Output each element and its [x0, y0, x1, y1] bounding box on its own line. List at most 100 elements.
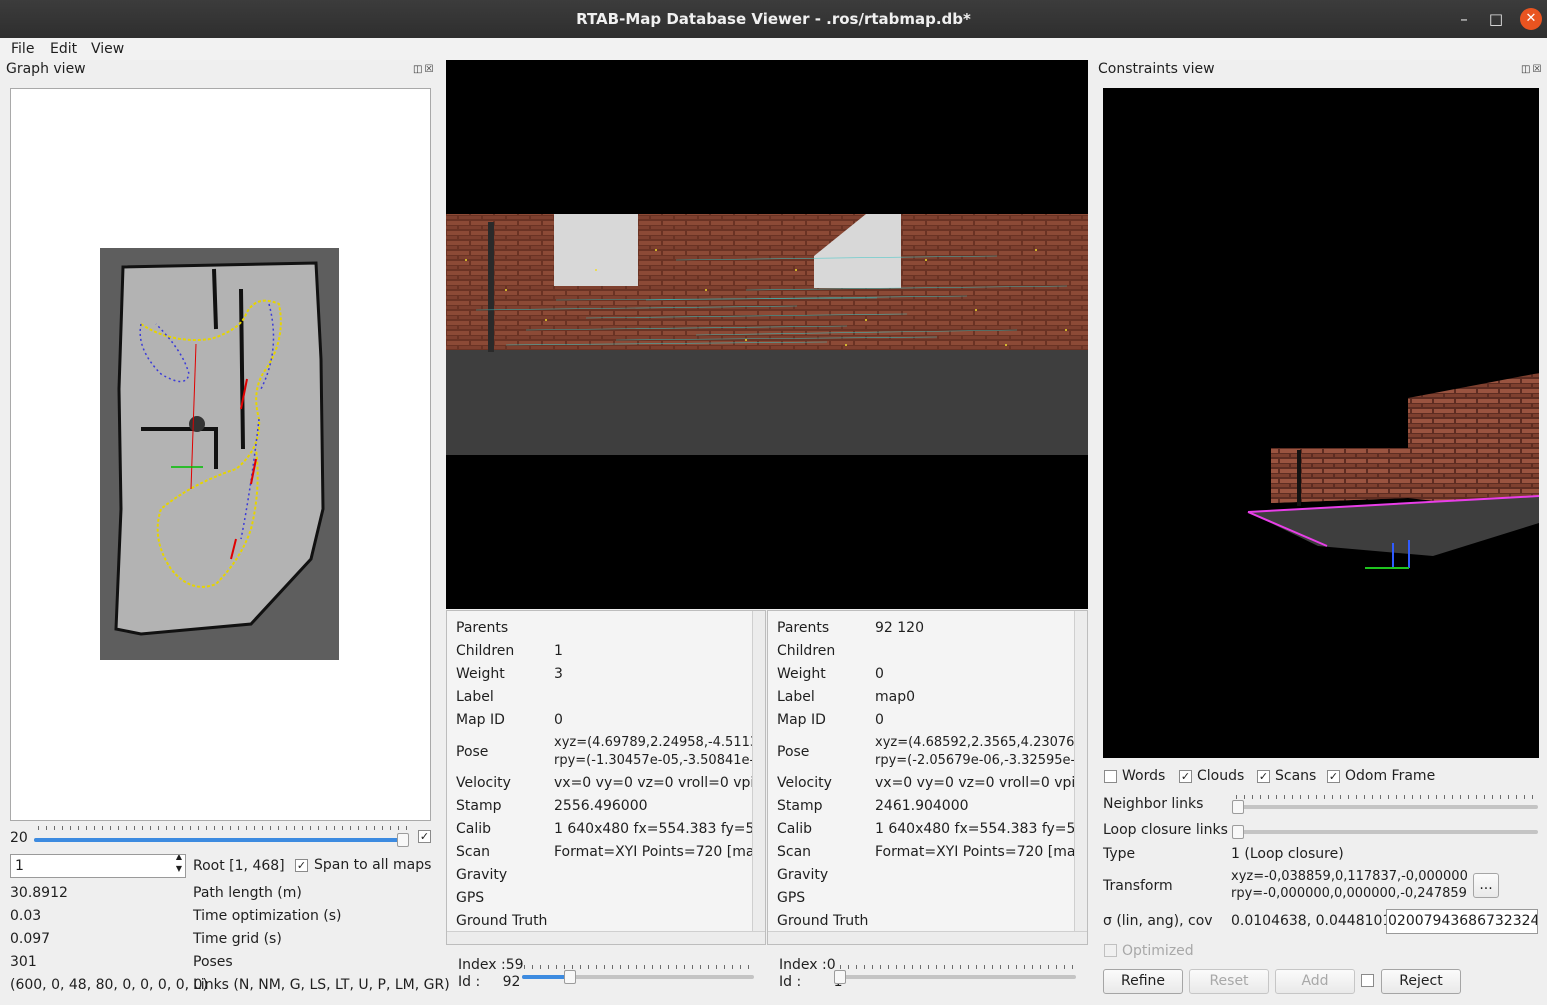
matched-images	[446, 214, 1088, 455]
info-key: GPS	[456, 890, 485, 906]
right-info-hscrollbar[interactable]	[768, 931, 1087, 944]
graph-canvas[interactable]	[10, 88, 431, 821]
info-key: Parents	[456, 620, 509, 636]
type-value: 1 (Loop closure)	[1231, 846, 1344, 862]
loop-links-slider[interactable]	[1234, 830, 1538, 834]
node-info-right: Parents 92 120 Children Weight 0 Label m…	[767, 610, 1088, 945]
optimized-label: Optimized	[1122, 943, 1194, 959]
constraints-dock-buttons[interactable]: ◫☒	[1521, 64, 1543, 75]
clouds-label: Clouds	[1197, 768, 1245, 784]
left-info-vscrollbar[interactable]	[752, 611, 765, 931]
scans-label: Scans	[1275, 768, 1317, 784]
stat-value: 301	[10, 954, 37, 970]
optimized-checkbox[interactable]	[1104, 944, 1117, 957]
left-info-hscrollbar[interactable]	[447, 931, 765, 944]
left-index-fill	[522, 975, 568, 979]
info-key: Label	[777, 689, 815, 705]
info-key: Scan	[777, 844, 812, 860]
stat-value: (600, 0, 48, 80, 0, 0, 0, 0, 0)	[10, 977, 208, 993]
menu-file[interactable]: File	[11, 41, 34, 57]
info-key: Parents	[777, 620, 830, 636]
constraints-view-title: Constraints view	[1098, 61, 1215, 77]
graph-slider-handle[interactable]	[397, 833, 409, 847]
right-index-ticks	[840, 965, 1074, 969]
info-value: 2461.904000	[875, 798, 969, 814]
neighbor-links-slider[interactable]	[1234, 805, 1538, 809]
menu-view[interactable]: View	[91, 41, 124, 57]
stat-value: 0.097	[10, 931, 51, 947]
minimize-icon[interactable]: –	[1453, 8, 1475, 30]
right-index-slider[interactable]	[836, 975, 1076, 979]
neighbor-links-handle[interactable]	[1232, 800, 1244, 814]
stat-value: 30.8912	[10, 885, 68, 901]
info-value: 2556.496000	[554, 798, 648, 814]
window-title: RTAB-Map Database Viewer - .ros/rtabmap.…	[576, 10, 971, 28]
info-value: 0	[554, 712, 563, 728]
root-spinbox[interactable]: 1 ▲ ▼	[10, 854, 186, 878]
stat-label: Poses	[193, 954, 233, 970]
graph-slider-checkbox[interactable]: ✓	[418, 830, 431, 843]
graph-slider-value: 20	[10, 830, 28, 846]
type-label: Type	[1103, 846, 1136, 862]
right-index-handle[interactable]	[834, 970, 846, 984]
span-maps-checkbox[interactable]: ✓	[295, 859, 308, 872]
maximize-icon[interactable]: □	[1485, 8, 1507, 30]
info-value: vx=0 vy=0 vz=0 vroll=0 vpitch	[554, 775, 754, 791]
transform-rpy: rpy=-0,000000,0,000000,-0,247859	[1231, 886, 1467, 901]
neighbor-links-label: Neighbor links	[1103, 796, 1204, 812]
reset-button[interactable]: Reset	[1189, 969, 1269, 994]
image-view[interactable]	[446, 60, 1088, 609]
loop-links-handle[interactable]	[1232, 825, 1244, 839]
right-info-vscrollbar[interactable]	[1074, 611, 1087, 931]
info-key: Gravity	[777, 867, 829, 883]
reject-checkbox[interactable]	[1361, 974, 1374, 987]
stat-label: Links (N, NM, G, LS, LT, U, P, LM, GR)	[193, 977, 450, 993]
info-key: Map ID	[456, 712, 505, 728]
covariance-field[interactable]: 02007943686732324]	[1386, 909, 1538, 934]
reject-button[interactable]: Reject	[1381, 969, 1461, 994]
id-label: Id :	[458, 974, 481, 990]
info-value: 1 640x480 fx=554.383 fy=554	[875, 821, 1075, 837]
stat-label: Path length (m)	[193, 885, 302, 901]
constraints-3d-view[interactable]	[1103, 88, 1539, 758]
occupancy-map	[100, 248, 339, 660]
left-id-label: Id : 92	[458, 974, 520, 990]
index-label: Index :	[779, 957, 827, 973]
graph-dock-buttons[interactable]: ◫☒	[413, 64, 435, 75]
add-button[interactable]: Add	[1275, 969, 1355, 994]
index-label: Index :	[458, 957, 506, 973]
info-key: Stamp	[777, 798, 823, 814]
info-key: GPS	[777, 890, 806, 906]
stat-value: 0.03	[10, 908, 42, 924]
odom-frame-checkbox[interactable]: ✓	[1327, 770, 1340, 783]
refine-button[interactable]: Refine	[1103, 969, 1183, 994]
info-key: Ground Truth	[456, 913, 548, 929]
menu-edit[interactable]: Edit	[50, 41, 77, 57]
words-checkbox[interactable]	[1104, 770, 1117, 783]
loop-links-label: Loop closure links	[1103, 822, 1228, 838]
title-bar: RTAB-Map Database Viewer - .ros/rtabmap.…	[0, 0, 1547, 38]
clouds-checkbox[interactable]: ✓	[1179, 770, 1192, 783]
stat-label: Time grid (s)	[193, 931, 282, 947]
left-index-handle[interactable]	[564, 970, 576, 984]
info-value: Format=XYI Points=720 [max	[554, 844, 754, 860]
info-value: vx=0 vy=0 vz=0 vroll=0 vpitch	[875, 775, 1075, 791]
info-key: Stamp	[456, 798, 502, 814]
scans-checkbox[interactable]: ✓	[1257, 770, 1270, 783]
left-index-label: Index :59	[458, 957, 524, 973]
transform-details-button[interactable]: ...	[1473, 873, 1499, 898]
info-key: Weight	[456, 666, 505, 682]
info-key: Pose	[777, 744, 810, 760]
info-key: Map ID	[777, 712, 826, 728]
graph-view-title: Graph view	[6, 61, 86, 77]
node-info-left: Parents Children 1 Weight 3 Label Map ID…	[446, 610, 766, 945]
point-cloud-render	[1247, 373, 1539, 569]
info-key: Weight	[777, 666, 826, 682]
info-key: Pose	[456, 744, 489, 760]
info-value: 92 120	[875, 620, 924, 636]
close-icon[interactable]: ✕	[1520, 8, 1542, 30]
odom-frame-label: Odom Frame	[1345, 768, 1436, 784]
menu-bar: File Edit View	[0, 38, 1547, 60]
spin-arrows-icon[interactable]: ▲ ▼	[176, 855, 182, 875]
info-key: Calib	[456, 821, 492, 837]
